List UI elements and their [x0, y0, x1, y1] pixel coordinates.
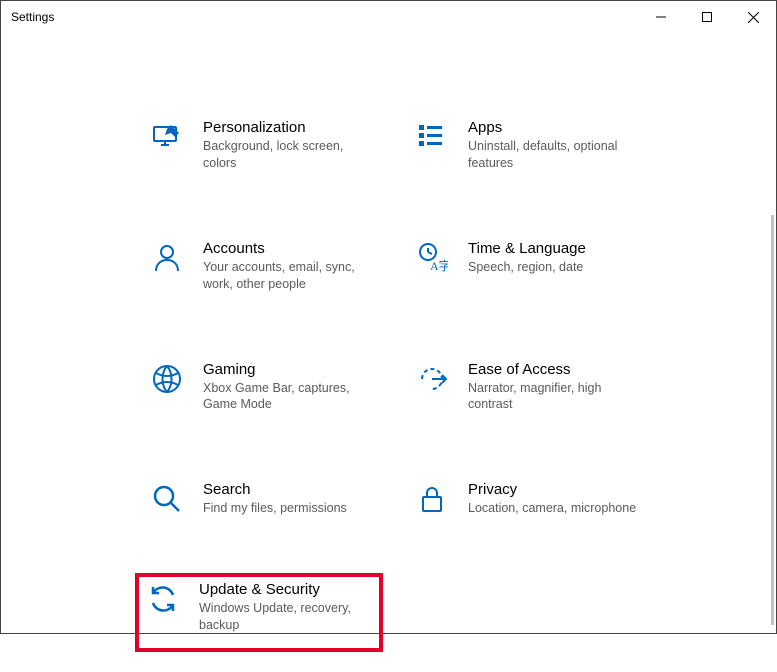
category-personalization[interactable]: Personalization Background, lock screen,…	[141, 113, 406, 178]
category-update-security[interactable]: Update & Security Windows Update, recove…	[135, 573, 383, 652]
minimize-button[interactable]	[638, 1, 684, 33]
privacy-icon	[414, 481, 450, 517]
category-desc: Narrator, magnifier, high contrast	[468, 380, 638, 414]
category-desc: Uninstall, defaults, optional features	[468, 138, 638, 172]
category-desc: Location, camera, microphone	[468, 500, 636, 517]
ease-of-access-icon	[414, 361, 450, 397]
category-desc: Windows Update, recovery, backup	[199, 600, 369, 634]
gaming-icon	[149, 361, 185, 397]
scrollbar[interactable]	[771, 215, 774, 625]
personalization-icon	[149, 119, 185, 155]
category-title: Personalization	[203, 119, 373, 136]
close-button[interactable]	[730, 1, 776, 33]
category-privacy[interactable]: Privacy Location, camera, microphone	[406, 475, 671, 523]
apps-icon	[414, 119, 450, 155]
svg-text:A字: A字	[430, 258, 448, 273]
update-security-icon	[145, 581, 181, 617]
category-title: Ease of Access	[468, 361, 638, 378]
maximize-button[interactable]	[684, 1, 730, 33]
titlebar: Settings	[1, 1, 776, 33]
category-time-language[interactable]: A字 Time & Language Speech, region, date	[406, 234, 671, 299]
settings-grid: Personalization Background, lock screen,…	[141, 113, 756, 652]
category-search[interactable]: Search Find my files, permissions	[141, 475, 406, 523]
category-gaming[interactable]: Gaming Xbox Game Bar, captures, Game Mod…	[141, 355, 406, 420]
category-title: Gaming	[203, 361, 373, 378]
category-title: Time & Language	[468, 240, 586, 257]
window-title: Settings	[11, 10, 638, 24]
category-desc: Background, lock screen, colors	[203, 138, 373, 172]
category-ease-of-access[interactable]: Ease of Access Narrator, magnifier, high…	[406, 355, 671, 420]
category-desc: Speech, region, date	[468, 259, 586, 276]
category-title: Apps	[468, 119, 638, 136]
settings-content: Personalization Background, lock screen,…	[1, 33, 776, 672]
category-accounts[interactable]: Accounts Your accounts, email, sync, wor…	[141, 234, 406, 299]
window-controls	[638, 1, 776, 33]
category-title: Update & Security	[199, 581, 369, 598]
search-icon	[149, 481, 185, 517]
category-title: Privacy	[468, 481, 636, 498]
category-title: Accounts	[203, 240, 373, 257]
time-language-icon: A字	[414, 240, 450, 276]
accounts-icon	[149, 240, 185, 276]
category-desc: Your accounts, email, sync, work, other …	[203, 259, 373, 293]
category-desc: Find my files, permissions	[203, 500, 347, 517]
category-apps[interactable]: Apps Uninstall, defaults, optional featu…	[406, 113, 671, 178]
category-title: Search	[203, 481, 347, 498]
category-desc: Xbox Game Bar, captures, Game Mode	[203, 380, 373, 414]
